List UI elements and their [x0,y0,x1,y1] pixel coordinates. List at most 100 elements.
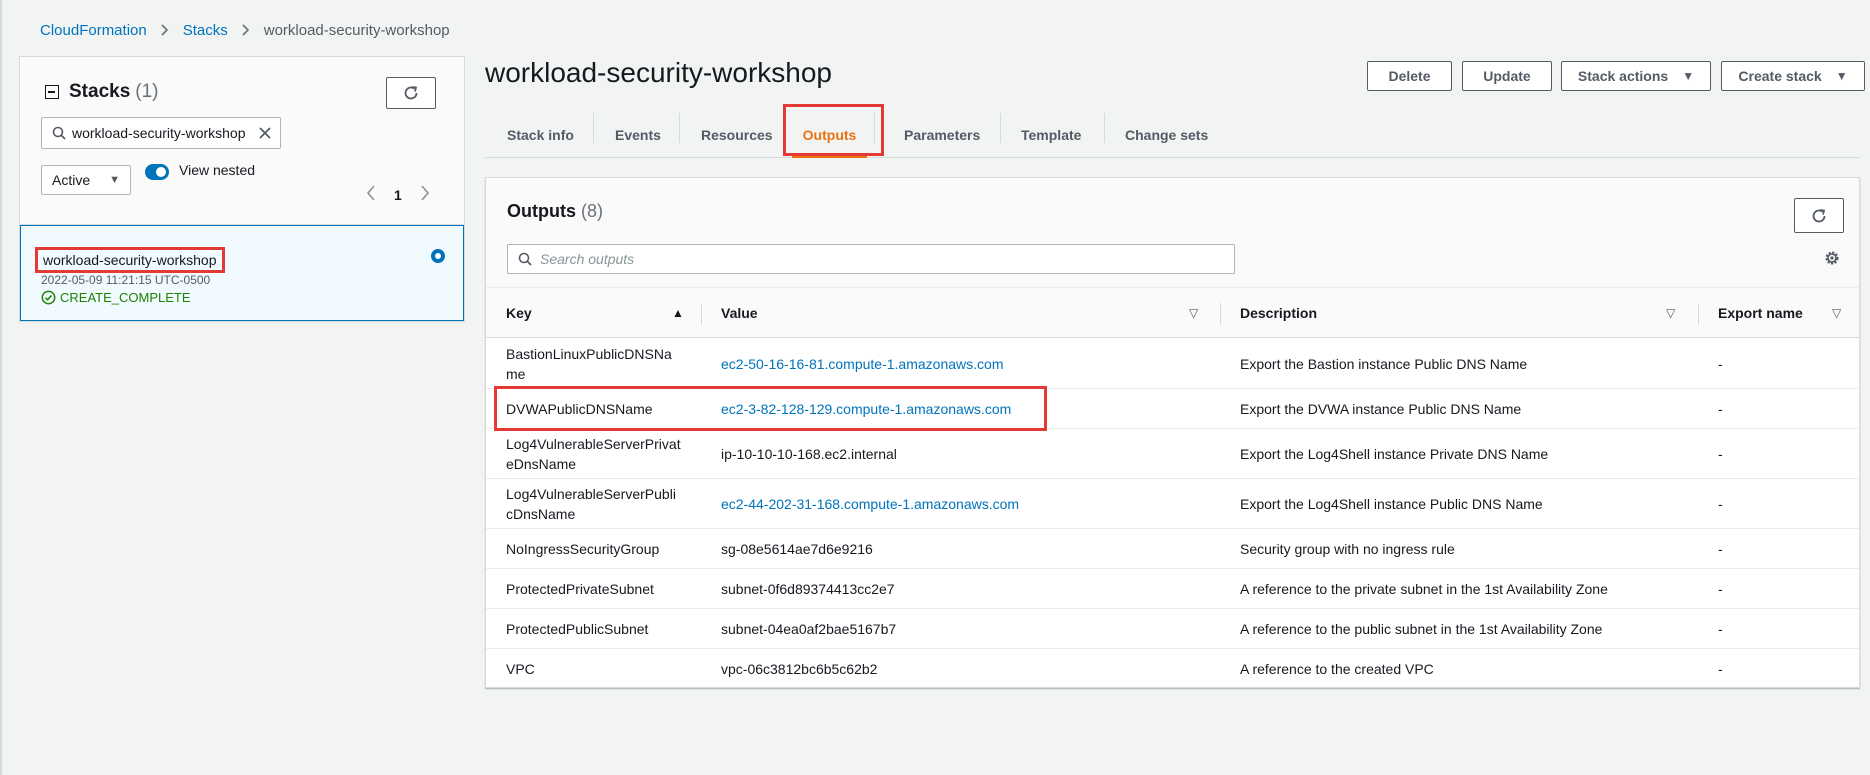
breadcrumb-stacks[interactable]: Stacks [183,22,228,39]
delete-button-label: Delete [1388,68,1431,84]
output-description: Export the Bastion instance Public DNS N… [1240,355,1528,372]
stacks-search-value[interactable]: workload-security-workshop [72,125,250,141]
chevron-right-icon [161,20,169,40]
stacks-refresh-button[interactable] [386,77,436,109]
status-filter-select[interactable]: Active ▼ [41,165,131,195]
stack-actions-label: Stack actions [1577,68,1669,84]
output-export-name: - [1718,661,1723,677]
stacks-title: Stacks (1) [45,81,159,103]
column-header-key[interactable]: Key [506,288,532,338]
table-row: Log4VulnerableServerPrivateDnsName ip-10… [486,429,1859,479]
table-row: NoIngressSecurityGroup sg-08e5614ae7d6e9… [486,529,1859,569]
stacks-panel: Stacks (1) workload-security-workshop Ac… [19,56,465,322]
caret-down-icon: ▼ [109,174,120,186]
output-export-name: - [1718,400,1723,417]
close-icon[interactable] [258,126,272,140]
check-circle-icon [41,290,56,305]
output-description: Export the Log4Shell instance Public DNS… [1240,495,1543,512]
view-nested-label: View nested [179,162,256,178]
tab-divider [1000,113,1001,143]
breadcrumb-cloudformation[interactable]: CloudFormation [40,22,147,39]
output-export-name: - [1718,540,1723,557]
output-description: Export the Log4Shell instance Private DN… [1240,445,1549,462]
dvwa-row-highlight [494,386,1047,431]
create-stack-button[interactable]: Create stack ▼ [1721,61,1865,91]
stacks-search-input[interactable]: workload-security-workshop [41,117,281,149]
output-value-link[interactable]: ec2-44-202-31-168.compute-1.amazonaws.co… [721,479,1019,528]
output-description: A reference to the public subnet in the … [1240,620,1603,637]
tab-stack-info[interactable]: Stack info [507,112,574,158]
stacks-panel-header: Stacks (1) workload-security-workshop Ac… [20,57,464,225]
outputs-tab-highlight [783,104,884,156]
pagination: 1 [366,185,430,204]
tab-bar: Stack info Events Resources Outputs Para… [485,112,1860,158]
refresh-icon [1812,208,1826,222]
output-value: subnet-04ea0af2bae5167b7 [721,620,897,637]
tab-divider [679,113,680,143]
stack-status-label: CREATE_COMPLETE [60,290,191,305]
output-value-link[interactable]: ec2-50-16-16-81.compute-1.amazonaws.com [721,339,1003,388]
chevron-right-icon [242,20,250,40]
stacks-title-label: Stacks [69,81,131,102]
stack-list-item[interactable]: workload-security-workshop 2022-05-09 11… [20,225,464,321]
stack-radio[interactable] [431,249,445,263]
table-row: ProtectedPublicSubnet subnet-04ea0af2bae… [486,609,1859,649]
tab-events[interactable]: Events [615,112,661,158]
outputs-search-input[interactable]: Search outputs [507,244,1235,274]
chevron-right-icon[interactable] [420,185,430,204]
stack-status: CREATE_COMPLETE [41,290,191,305]
search-icon [518,252,532,266]
output-key: Log4VulnerableServerPublicDnsName [506,485,676,522]
breadcrumb-current: workload-security-workshop [263,21,450,39]
sort-icon[interactable]: ▽ [1189,306,1198,320]
output-value: vpc-06c3812bc6b5c62b2 [721,661,878,677]
stack-actions-button[interactable]: Stack actions ▼ [1561,61,1711,91]
tab-resources[interactable]: Resources [701,112,773,158]
sort-icon[interactable]: ▽ [1832,306,1841,320]
delete-button[interactable]: Delete [1367,61,1452,91]
chevron-left-icon[interactable] [366,185,376,204]
sort-icon[interactable]: ▽ [1666,306,1675,320]
caret-down-icon: ▼ [1682,69,1695,83]
tab-parameters[interactable]: Parameters [904,112,980,158]
output-key: NoIngressSecurityGroup [506,540,660,557]
tab-change-sets[interactable]: Change sets [1125,112,1208,158]
output-export-name: - [1718,580,1723,597]
status-filter-value: Active [52,172,91,188]
output-export-name: - [1718,445,1723,462]
refresh-icon [404,86,418,100]
outputs-count: (8) [581,201,604,221]
output-description: A reference to the created VPC [1240,661,1434,677]
outputs-panel: Outputs (8) Search outputs Key ▲ Value ▽… [485,177,1860,688]
tab-template[interactable]: Template [1021,112,1081,158]
stack-name[interactable]: workload-security-workshop [35,247,225,273]
column-divider [701,303,702,325]
page-number[interactable]: 1 [394,187,402,203]
table-row: Log4VulnerableServerPublicDnsName ec2-44… [486,479,1859,529]
table-row: ProtectedPrivateSubnet subnet-0f6d893744… [486,569,1859,609]
outputs-refresh-button[interactable] [1794,198,1844,233]
outputs-title: Outputs (8) [507,201,603,222]
output-value: subnet-0f6d89374413cc2e7 [721,580,895,597]
collapse-icon[interactable] [45,85,59,99]
column-divider [1698,303,1699,325]
sort-ascending-icon[interactable]: ▲ [672,306,684,320]
column-header-export-name[interactable]: Export name [1718,288,1803,338]
view-nested-toggle[interactable] [145,164,169,180]
column-header-description[interactable]: Description [1240,288,1317,338]
outputs-title-label: Outputs [507,201,576,221]
output-value: ip-10-10-10-168.ec2.internal [721,445,897,462]
output-description: A reference to the private subnet in the… [1240,580,1608,597]
caret-down-icon: ▼ [1835,69,1848,83]
outputs-table-header: Key ▲ Value ▽ Description ▽ Export name … [486,288,1859,338]
window-edge [0,0,2,775]
output-export-name: - [1718,355,1723,372]
search-icon [52,126,66,140]
output-key: Log4VulnerableServerPrivateDnsName [506,435,681,472]
tab-divider [593,113,594,143]
update-button[interactable]: Update [1462,61,1552,91]
gear-icon[interactable] [1823,249,1841,267]
table-row: VPC vpc-06c3812bc6b5c62b2 A reference to… [486,649,1859,689]
column-header-value[interactable]: Value [721,288,758,338]
create-stack-label: Create stack [1738,68,1822,84]
